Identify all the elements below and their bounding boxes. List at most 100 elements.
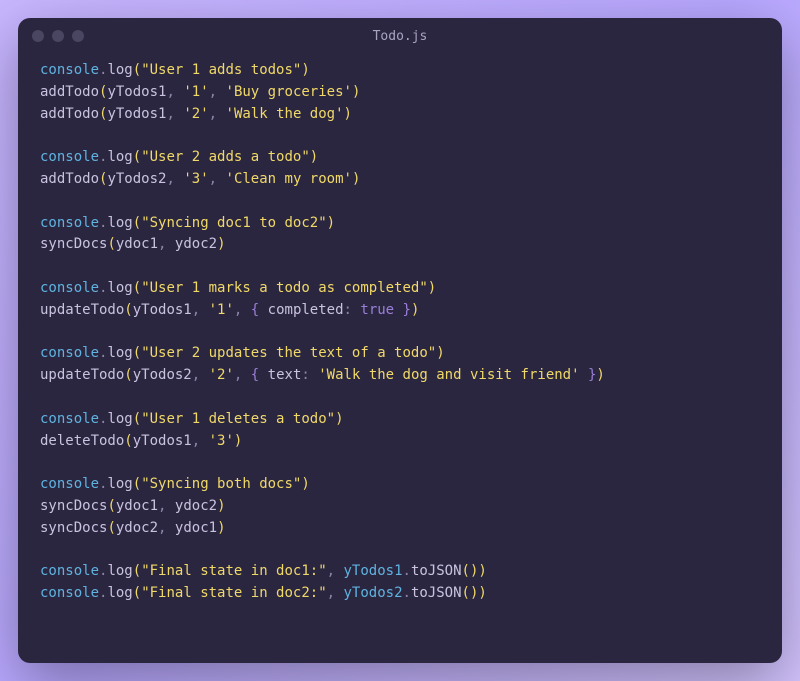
code-token: ( xyxy=(107,520,115,536)
code-token xyxy=(242,367,250,383)
code-line xyxy=(40,256,760,278)
code-token: ) xyxy=(234,433,242,449)
code-line: console.log("Final state in doc2:", yTod… xyxy=(40,583,760,605)
code-token: ( xyxy=(133,62,141,78)
code-token xyxy=(200,433,208,449)
code-line: console.log("Final state in doc1:", yTod… xyxy=(40,561,760,583)
code-token: '1' xyxy=(209,302,234,318)
code-token xyxy=(217,84,225,100)
code-token: ( xyxy=(133,411,141,427)
code-token: , xyxy=(327,563,335,579)
code-token: log xyxy=(107,476,132,492)
code-token: '1' xyxy=(183,84,208,100)
code-token: ( xyxy=(133,215,141,231)
code-line: syncDocs(ydoc2, ydoc1) xyxy=(40,518,760,540)
code-token: ) xyxy=(217,236,225,252)
code-token: 'Clean my room' xyxy=(226,171,352,187)
code-token xyxy=(200,367,208,383)
code-token: ydoc1 xyxy=(116,498,158,514)
code-token: ( xyxy=(133,563,141,579)
code-token: ( xyxy=(124,433,132,449)
code-token: ) xyxy=(301,62,309,78)
code-token: addTodo xyxy=(40,171,99,187)
code-token: } xyxy=(580,367,597,383)
code-token: ) xyxy=(436,345,444,361)
code-token: log xyxy=(107,563,132,579)
code-token: ) xyxy=(217,498,225,514)
code-token: , xyxy=(209,84,217,100)
code-token: '2' xyxy=(183,106,208,122)
code-token: : xyxy=(344,302,352,318)
code-line xyxy=(40,387,760,409)
code-token: ( xyxy=(133,280,141,296)
code-token: ) xyxy=(478,563,486,579)
code-line: console.log("Syncing both docs") xyxy=(40,474,760,496)
code-token: ( xyxy=(107,498,115,514)
code-token: console xyxy=(40,280,99,296)
code-token: "Final state in doc1:" xyxy=(141,563,326,579)
code-token: console xyxy=(40,149,99,165)
code-token: ( xyxy=(133,476,141,492)
code-token: "Syncing both docs" xyxy=(141,476,301,492)
code-token xyxy=(166,520,174,536)
code-line: syncDocs(ydoc1, ydoc2) xyxy=(40,234,760,256)
code-line: addTodo(yTodos1, '1', 'Buy groceries') xyxy=(40,82,760,104)
code-token: 'Walk the dog and visit friend' xyxy=(318,367,579,383)
code-token: 'Buy groceries' xyxy=(226,84,352,100)
code-token: console xyxy=(40,345,99,361)
code-token xyxy=(200,302,208,318)
code-token: ) xyxy=(411,302,419,318)
code-token: ( xyxy=(133,585,141,601)
code-token xyxy=(242,302,250,318)
titlebar: Todo.js xyxy=(18,18,782,54)
code-token: toJSON xyxy=(411,563,462,579)
code-editor[interactable]: console.log("User 1 adds todos")addTodo(… xyxy=(18,54,782,663)
code-token: syncDocs xyxy=(40,498,107,514)
code-token: () xyxy=(462,585,479,601)
code-token xyxy=(217,106,225,122)
code-token xyxy=(217,171,225,187)
code-token: "User 1 adds todos" xyxy=(141,62,301,78)
code-line: deleteTodo(yTodos1, '3') xyxy=(40,431,760,453)
code-token: ) xyxy=(327,215,335,231)
code-line xyxy=(40,322,760,344)
code-token: log xyxy=(107,585,132,601)
code-token: "User 2 updates the text of a todo" xyxy=(141,345,436,361)
code-token: ) xyxy=(478,585,486,601)
code-token xyxy=(310,367,318,383)
code-token: ( xyxy=(133,345,141,361)
code-token: toJSON xyxy=(411,585,462,601)
code-token: console xyxy=(40,476,99,492)
code-token: , xyxy=(192,433,200,449)
code-line: addTodo(yTodos2, '3', 'Clean my room') xyxy=(40,169,760,191)
code-token: log xyxy=(107,62,132,78)
code-token: addTodo xyxy=(40,106,99,122)
minimize-icon[interactable] xyxy=(52,30,64,42)
code-token: ydoc2 xyxy=(175,498,217,514)
code-token: log xyxy=(107,345,132,361)
code-token: yTodos2 xyxy=(133,367,192,383)
window-title: Todo.js xyxy=(18,29,782,44)
code-token: console xyxy=(40,62,99,78)
code-token: yTodos1 xyxy=(107,106,166,122)
code-token: yTodos1 xyxy=(133,302,192,318)
code-token: , xyxy=(327,585,335,601)
maximize-icon[interactable] xyxy=(72,30,84,42)
code-token: ) xyxy=(596,367,604,383)
code-token: , xyxy=(192,302,200,318)
code-token: "User 1 marks a todo as completed" xyxy=(141,280,428,296)
code-token: ( xyxy=(133,149,141,165)
window-controls xyxy=(32,30,84,42)
code-line: addTodo(yTodos1, '2', 'Walk the dog') xyxy=(40,104,760,126)
code-token: () xyxy=(462,563,479,579)
code-token: ) xyxy=(352,171,360,187)
code-token: text xyxy=(268,367,302,383)
code-token: ) xyxy=(428,280,436,296)
code-token: log xyxy=(107,149,132,165)
code-line: console.log("User 1 deletes a todo") xyxy=(40,409,760,431)
code-token: "User 2 adds a todo" xyxy=(141,149,310,165)
code-token: "User 1 deletes a todo" xyxy=(141,411,335,427)
close-icon[interactable] xyxy=(32,30,44,42)
code-token: ydoc1 xyxy=(116,236,158,252)
code-line xyxy=(40,125,760,147)
